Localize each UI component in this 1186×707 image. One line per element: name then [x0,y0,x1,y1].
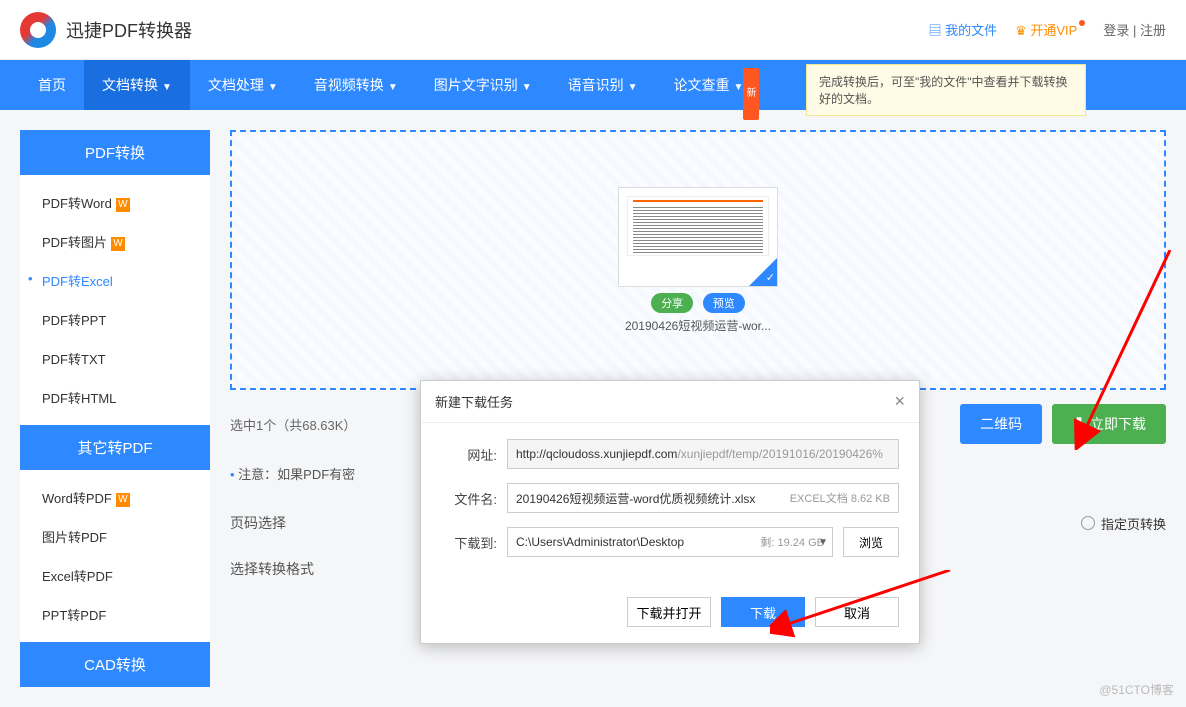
sidebar-item-pdf-txt[interactable]: PDF转TXT [20,339,210,378]
preview-button[interactable]: 预览 [703,293,745,313]
register-link[interactable]: 注册 [1140,23,1166,38]
disk-space: 剩: 19.24 GB [760,534,824,550]
filename-label: 文件名: [441,489,497,508]
sidebar-item-image-pdf[interactable]: 图片转PDF [20,517,210,556]
page-select-label: 页码选择 [230,513,340,533]
sidebar-item-pdf-excel[interactable]: PDF转Excel [20,261,210,300]
chevron-down-icon: ▼ [268,82,278,93]
check-icon [749,258,777,286]
download-open-button[interactable]: 下载并打开 [627,597,711,627]
chevron-down-icon[interactable]: ▼ [818,537,828,548]
nav-doc-process[interactable]: 文档处理▼ [190,60,296,110]
nav-doc-convert[interactable]: 文档转换▼ [84,60,190,110]
filename-input[interactable]: 20190426短视频运营-word优质视频统计.xlsxEXCEL文档 8.6… [507,483,899,513]
download-button[interactable]: 立即下载 [1052,404,1166,444]
download-dialog: 新建下载任务 × 网址: http://qcloudoss.xunjiepdf.… [420,380,920,644]
watermark: @51CTO博客 [1099,681,1174,698]
browse-button[interactable]: 浏览 [843,527,899,557]
thumbnail-preview-icon [627,196,769,256]
word-badge-icon: W [116,198,130,212]
brand-name: 迅捷PDF转换器 [66,17,192,43]
file-meta: EXCEL文档 8.62 KB [790,490,890,506]
nav-paper-check[interactable]: 论文查重▼新 [656,60,762,110]
dest-label: 下载到: [441,533,497,552]
sidebar-item-pdf-word[interactable]: PDF转WordW [20,183,210,222]
format-label: 选择转换格式 [230,559,340,579]
cancel-button[interactable]: 取消 [815,597,899,627]
page-specific-radio[interactable]: 指定页转换 [1081,514,1166,533]
login-link[interactable]: 登录 [1103,23,1129,38]
vip-link[interactable]: 开通VIP [1015,20,1085,39]
chevron-down-icon: ▼ [628,82,638,93]
url-label: 网址: [441,445,497,464]
sidebar-item-pdf-image[interactable]: PDF转图片W [20,222,210,261]
share-button[interactable]: 分享 [651,293,693,313]
sidebar-header-cad: CAD转换 [20,642,210,687]
qrcode-button[interactable]: 二维码 [960,404,1042,444]
nav-ocr[interactable]: 图片文字识别▼ [416,60,550,110]
my-files-link[interactable]: 我的文件 [928,20,997,39]
nav-speech[interactable]: 语音识别▼ [550,60,656,110]
chevron-down-icon: ▼ [388,82,398,93]
dest-input[interactable]: C:\Users\Administrator\Desktop剩: 19.24 G… [507,527,833,557]
selection-info: 选中1个（共68.63K） [230,415,356,434]
sidebar-item-word-pdf[interactable]: Word转PDFW [20,478,210,517]
main-nav: 首页 文档转换▼ 文档处理▼ 音视频转换▼ 图片文字识别▼ 语音识别▼ 论文查重… [0,60,1186,110]
dialog-title: 新建下载任务 [435,392,513,411]
sidebar-item-pdf-html[interactable]: PDF转HTML [20,378,210,417]
new-badge: 新 [743,68,759,120]
chevron-down-icon: ▼ [734,82,744,93]
logo[interactable]: 迅捷PDF转换器 [20,12,192,48]
sidebar-header-other-pdf: 其它转PDF [20,425,210,470]
top-bar: 迅捷PDF转换器 我的文件 开通VIP 登录 | 注册 [0,0,1186,60]
sidebar-header-pdf-convert: PDF转换 [20,130,210,175]
sidebar-item-excel-pdf[interactable]: Excel转PDF [20,556,210,595]
url-input[interactable]: http://qcloudoss.xunjiepdf.com/xunjiepdf… [507,439,899,469]
nav-home[interactable]: 首页 [20,60,84,110]
sidebar-item-pdf-ppt[interactable]: PDF转PPT [20,300,210,339]
chevron-down-icon: ▼ [522,82,532,93]
file-thumbnail[interactable] [618,187,778,287]
nav-av-convert[interactable]: 音视频转换▼ [296,60,416,110]
word-badge-icon: W [111,237,125,251]
hint-tooltip: 完成转换后，可至"我的文件"中查看并下载转换好的文档。 [806,64,1086,116]
sidebar: PDF转换 PDF转WordW PDF转图片W PDF转Excel PDF转PP… [20,130,210,687]
chevron-down-icon: ▼ [162,82,172,93]
close-icon[interactable]: × [894,391,905,412]
dialog-download-button[interactable]: 下载 [721,597,805,627]
auth-links: 登录 | 注册 [1103,20,1166,39]
file-name-label: 20190426短视频运营-wor... [625,317,771,334]
word-badge-icon: W [116,493,130,507]
vip-dot-icon [1079,20,1085,26]
file-dropzone[interactable]: 分享 预览 20190426短视频运营-wor... [230,130,1166,390]
logo-icon [20,12,56,48]
sidebar-item-ppt-pdf[interactable]: PPT转PDF [20,595,210,634]
